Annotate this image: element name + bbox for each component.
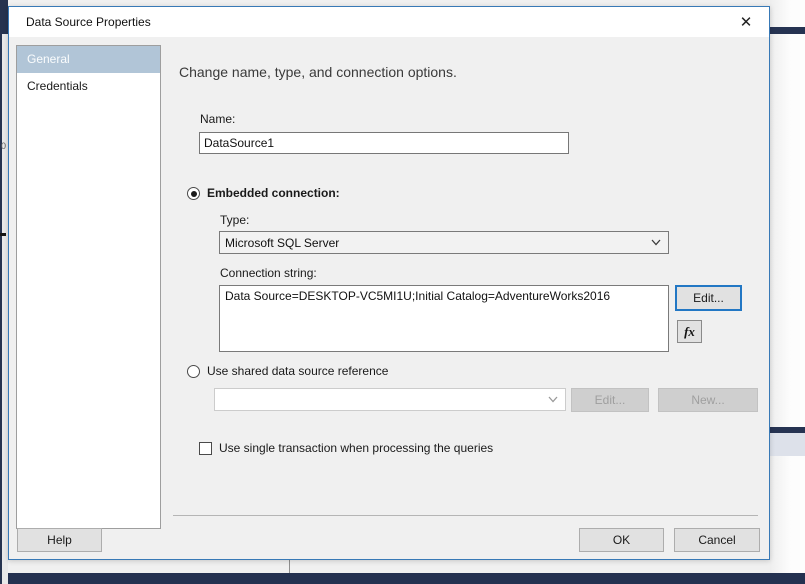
footer-separator	[173, 515, 758, 516]
single-transaction-checkbox[interactable]	[199, 442, 212, 455]
background-right-panel	[770, 0, 805, 584]
ruler-tick	[0, 233, 6, 236]
new-shared-button: New...	[658, 388, 758, 412]
embedded-connection-label[interactable]: Embedded connection:	[207, 186, 340, 200]
name-label: Name:	[200, 112, 235, 126]
edit-shared-button: Edit...	[571, 388, 649, 412]
background-left-top-block	[0, 0, 8, 34]
type-dropdown-value: Microsoft SQL Server	[225, 236, 339, 250]
dialog-title: Data Source Properties	[26, 15, 151, 29]
embedded-connection-radio[interactable]	[187, 187, 200, 200]
data-source-properties-dialog: Data Source Properties ✕ General Credent…	[8, 6, 770, 560]
connection-string-input[interactable]: Data Source=DESKTOP-VC5MI1U;Initial Cata…	[219, 285, 669, 352]
chevron-down-icon	[548, 396, 558, 403]
sidebar-item-general[interactable]: General	[17, 46, 160, 73]
shared-data-source-radio[interactable]	[187, 365, 200, 378]
help-button[interactable]: Help	[17, 528, 102, 552]
cancel-button[interactable]: Cancel	[674, 528, 760, 552]
expression-fx-button[interactable]: fx	[677, 320, 702, 343]
shared-data-source-dropdown	[214, 388, 566, 411]
name-input[interactable]	[199, 132, 569, 154]
shared-data-source-label[interactable]: Use shared data source reference	[207, 364, 388, 378]
ok-button[interactable]: OK	[579, 528, 664, 552]
background-left-navy-line	[0, 0, 2, 584]
close-icon[interactable]: ✕	[729, 7, 763, 37]
connection-string-label: Connection string:	[220, 266, 317, 280]
type-label: Type:	[220, 213, 249, 227]
background-navy-bar-bottom	[0, 573, 805, 584]
type-dropdown[interactable]: Microsoft SQL Server	[219, 231, 669, 254]
sidebar-item-credentials[interactable]: Credentials	[17, 73, 160, 100]
chevron-down-icon	[651, 239, 661, 246]
page-list: General Credentials	[16, 45, 161, 529]
edit-connection-button[interactable]: Edit...	[675, 285, 742, 311]
single-transaction-label[interactable]: Use single transaction when processing t…	[219, 441, 493, 455]
ruler-zero-label: 0	[1, 141, 6, 151]
dialog-titlebar: Data Source Properties	[9, 7, 769, 37]
page-heading: Change name, type, and connection option…	[179, 64, 457, 80]
